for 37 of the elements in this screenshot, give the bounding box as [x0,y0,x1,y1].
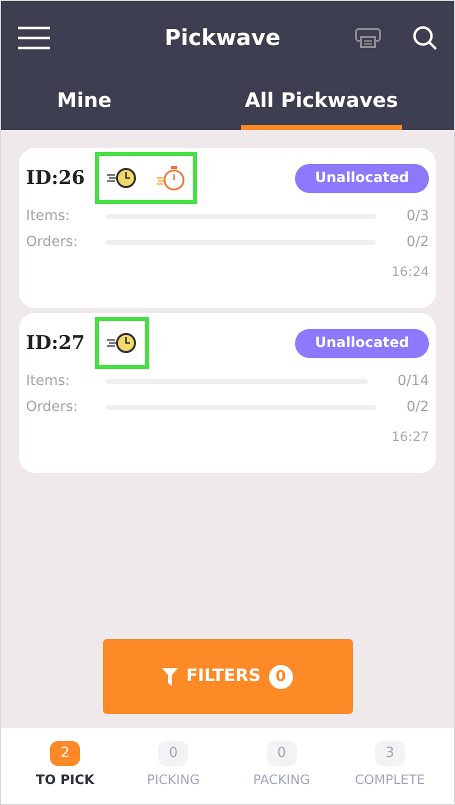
status-badge: Unallocated [295,164,429,192]
filter-icon [162,668,178,686]
filters-label: FILTERS [186,664,261,688]
tab[interactable]: All Pickwaves [240,75,402,130]
tab[interactable]: Mine [53,75,116,130]
pickwave-card[interactable]: ID:26 Unallocated Items: 0/3 Orders: 0/2 16:24 [19,148,436,308]
progress-count: 0/14 [398,372,429,391]
count-badge: 0 [266,741,297,766]
timestamp: 16:27 [392,429,429,447]
speed-clock-icon [106,332,138,354]
pickwave-card[interactable]: ID:27 Unallocated Items: 0/14 Orders: 0/2 16:27 [19,313,436,473]
menu-icon[interactable] [17,26,51,50]
progress-label: Orders: [26,398,76,417]
nav-label: PACKING [253,772,310,790]
nav-label: PICKING [146,772,200,790]
filter-count-badge: 0 [268,664,293,688]
count-badge: 3 [374,741,405,766]
nav-label: TO PICK [36,772,94,790]
progress-count: 0/2 [406,233,429,252]
progress-label: Orders: [26,233,76,252]
printer-icon[interactable] [354,27,382,49]
speed-clock-icon [106,167,138,189]
progress-label: Items: [26,207,71,226]
progress-count: 0/2 [406,398,429,417]
app-title: Pickwave [164,24,280,52]
pickwave-id: ID:27 [26,330,85,356]
status-badge: Unallocated [295,328,429,358]
progress-count: 0/3 [406,207,429,226]
count-badge: 0 [158,741,188,766]
timestamp: 16:24 [392,264,429,282]
stopwatch-icon [156,165,186,191]
bottom-nav-tab[interactable]: 2 TO PICK [11,728,120,804]
search-icon[interactable] [412,25,438,51]
count-badge: 2 [50,741,80,766]
progress-label: Items: [26,372,71,391]
pickwave-id: ID:26 [26,166,85,191]
nav-label: COMPLETE [354,772,425,790]
